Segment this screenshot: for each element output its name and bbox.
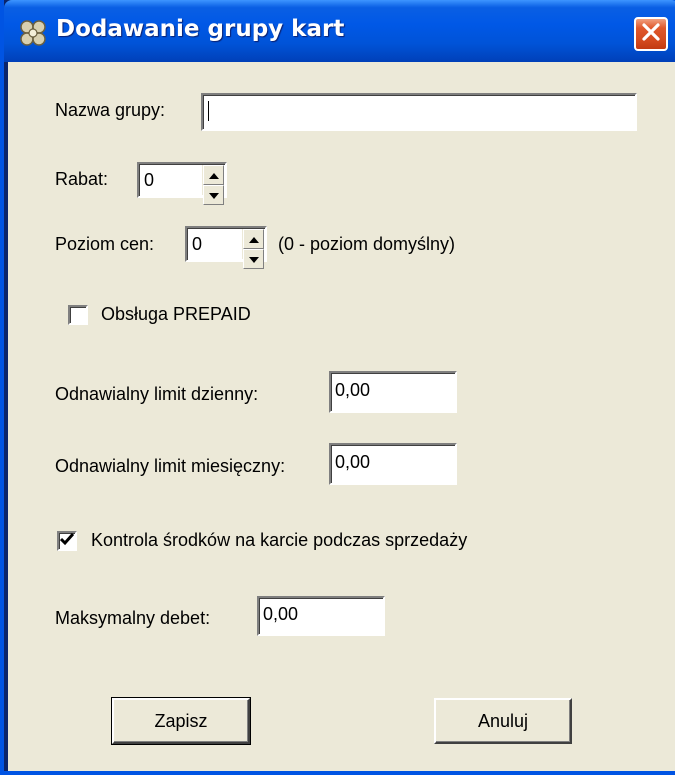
- text-caret: [208, 101, 209, 121]
- arrow-up-icon: [248, 230, 259, 248]
- price-level-increment-button[interactable]: [243, 229, 264, 249]
- title-bar[interactable]: Dodawanie grupy kart: [4, 0, 675, 62]
- max-debit-label: Maksymalny debet:: [55, 608, 211, 628]
- max-debit-input[interactable]: 0,00: [257, 596, 385, 636]
- save-button[interactable]: Zapisz: [111, 697, 251, 745]
- monthly-limit-label: Odnawialny limit miesięczny:: [55, 456, 286, 476]
- close-button[interactable]: [634, 17, 668, 51]
- checkmark-icon: [59, 532, 75, 551]
- close-icon: [641, 22, 661, 47]
- price-level-label: Poziom cen:: [55, 234, 155, 254]
- discount-value: 0: [144, 170, 155, 190]
- price-level-hint: (0 - poziom domyślny): [278, 234, 456, 254]
- window-title: Dodawanie grupy kart: [56, 16, 345, 42]
- price-level-spinner[interactable]: 0: [185, 226, 267, 269]
- discount-decrement-button[interactable]: [203, 185, 224, 205]
- discount-increment-button[interactable]: [203, 165, 224, 185]
- group-name-input[interactable]: [201, 93, 637, 131]
- monthly-limit-input[interactable]: 0,00: [329, 443, 457, 485]
- discount-spinner[interactable]: 0: [137, 162, 227, 205]
- app-gears-icon: [18, 18, 48, 48]
- prepaid-checkbox[interactable]: [68, 305, 88, 325]
- dialog-window: Dodawanie grupy kart Nazwa grupy: Rabat:…: [0, 0, 675, 775]
- dialog-body: Nazwa grupy: Rabat: 0 Poziom cen: 0 (0 -…: [8, 62, 675, 771]
- price-level-value: 0: [192, 234, 203, 254]
- balance-control-label: Kontrola środków na karcie podczas sprze…: [91, 530, 468, 550]
- arrow-down-icon: [208, 186, 219, 204]
- arrow-down-icon: [248, 250, 259, 268]
- group-name-label: Nazwa grupy:: [55, 100, 166, 120]
- arrow-up-icon: [208, 166, 219, 184]
- daily-limit-input[interactable]: 0,00: [329, 371, 457, 413]
- discount-label: Rabat:: [55, 169, 109, 189]
- cancel-button[interactable]: Anuluj: [434, 698, 572, 744]
- balance-control-checkbox[interactable]: [57, 531, 77, 551]
- price-level-decrement-button[interactable]: [243, 249, 264, 269]
- prepaid-label: Obsługa PREPAID: [101, 304, 251, 324]
- price-level-spin-buttons: [242, 229, 264, 269]
- discount-spin-buttons: [202, 165, 224, 205]
- daily-limit-label: Odnawialny limit dzienny:: [55, 384, 259, 404]
